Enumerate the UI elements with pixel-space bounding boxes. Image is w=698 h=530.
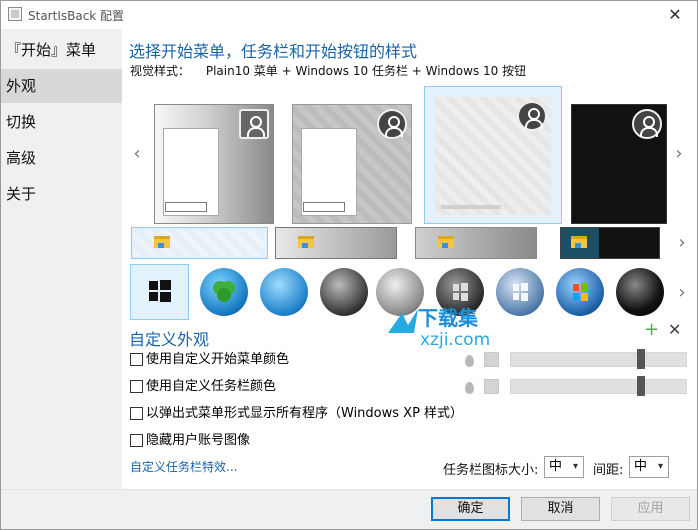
page-title: 选择开始菜单，任务栏和开始按钮的样式 — [129, 42, 418, 61]
bird-orb-icon[interactable] — [260, 268, 308, 316]
checkbox-xp-popup[interactable] — [130, 407, 143, 420]
config-window: StartIsBack 配置 ✕ 『开始』菜单 外观 切换 高级 关于 选择开始… — [0, 0, 698, 530]
windows-flat-icon[interactable] — [130, 264, 189, 320]
window-title: StartIsBack 配置 — [28, 9, 125, 23]
search-box — [303, 202, 345, 212]
app-icon — [8, 7, 22, 21]
folder-icon — [438, 236, 454, 248]
visual-style-label: 视觉样式： — [130, 64, 191, 78]
checkbox-hide-avatar[interactable] — [130, 434, 143, 447]
user-avatar-icon — [517, 101, 547, 131]
option-hide-avatar[interactable]: 隐藏用户账号图像 — [130, 431, 250, 451]
icon-size-value: 中 — [549, 459, 563, 474]
ok-button[interactable]: 确定 — [431, 497, 510, 521]
style-prev-arrow[interactable]: ‹ — [128, 142, 146, 166]
menu-style-preview-1[interactable] — [154, 104, 274, 224]
style-next-arrow[interactable]: › — [670, 142, 688, 166]
taskbar-effects-link[interactable]: 自定义任务栏特效... — [130, 458, 237, 475]
search-box — [165, 202, 207, 212]
remove-icon[interactable]: ✕ — [668, 320, 681, 339]
sidebar-item-about[interactable]: 关于 — [1, 177, 122, 211]
add-icon[interactable]: + — [644, 319, 659, 340]
sidebar-item-appearance[interactable]: 外观 — [1, 69, 122, 103]
folder-icon — [154, 236, 170, 248]
user-avatar-icon — [239, 109, 269, 139]
opacity-drop-icon — [465, 355, 474, 367]
option-taskbar-color[interactable]: 使用自定义任务栏颜色 — [130, 377, 276, 397]
taskbar-color-swatch[interactable] — [484, 379, 499, 394]
option-label: 使用自定义开始菜单颜色 — [146, 352, 290, 367]
checkbox-menu-color[interactable] — [130, 353, 143, 366]
menu-style-preview-4[interactable] — [571, 104, 667, 224]
menu-style-preview-3-selected[interactable] — [424, 86, 562, 224]
taskbar-style-preview-4[interactable] — [560, 227, 660, 259]
visual-style-line: 视觉样式： Plain10 菜单 + Windows 10 任务栏 + Wind… — [130, 62, 526, 79]
taskbar-style-preview-2[interactable] — [275, 227, 397, 259]
taskbar-opacity-thumb[interactable] — [636, 376, 645, 396]
taskbar-style-preview-3[interactable] — [415, 227, 537, 259]
folder-icon — [571, 236, 587, 248]
option-xp-popup[interactable]: 以弹出式菜单形式显示所有程序（Windows XP 样式） — [130, 404, 463, 424]
apply-button[interactable]: 应用 — [611, 497, 690, 521]
customize-heading: 自定义外观 — [129, 330, 210, 349]
option-label: 使用自定义任务栏颜色 — [146, 379, 277, 394]
appearance-panel: 选择开始菜单，任务栏和开始按钮的样式 视觉样式： Plain10 菜单 + Wi… — [122, 29, 697, 489]
visual-style-value: Plain10 菜单 + Windows 10 任务栏 + Windows 10… — [205, 64, 527, 78]
search-box — [441, 205, 501, 209]
black-ball-orb-icon[interactable] — [616, 268, 664, 316]
cancel-button[interactable]: 取消 — [521, 497, 600, 521]
windows-xp-orb-icon[interactable] — [556, 268, 604, 316]
icon-size-select[interactable]: 中 ▾ — [544, 456, 584, 478]
opacity-drop-icon — [465, 382, 474, 394]
sidebar-item-switching[interactable]: 切换 — [1, 105, 122, 139]
button-next-arrow[interactable]: › — [673, 281, 691, 305]
windows-black-orb-icon[interactable] — [320, 268, 368, 316]
sidebar-item-advanced[interactable]: 高级 — [1, 141, 122, 175]
taskbar-opacity-slider[interactable] — [510, 379, 687, 394]
watermark-domain: xzji.com — [420, 330, 490, 350]
folder-icon — [298, 236, 314, 248]
menu-style-preview-2[interactable] — [292, 104, 412, 224]
sidebar-item-start-menu[interactable]: 『开始』菜单 — [1, 33, 122, 67]
clover-orb-icon[interactable] — [200, 268, 248, 316]
chevron-down-icon: ▾ — [657, 461, 663, 472]
taskbar-style-preview-1[interactable] — [131, 227, 268, 259]
menu-color-swatch[interactable] — [484, 352, 499, 367]
option-label: 以弹出式菜单形式显示所有程序（Windows XP 样式） — [146, 406, 464, 421]
watermark-brand: 下载集 — [418, 306, 479, 330]
user-avatar-icon — [632, 109, 662, 139]
user-avatar-icon — [377, 109, 407, 139]
option-label: 隐藏用户账号图像 — [146, 433, 251, 448]
spacing-select[interactable]: 中 ▾ — [629, 456, 669, 478]
checkbox-taskbar-color[interactable] — [130, 380, 143, 393]
chevron-down-icon: ▾ — [572, 461, 578, 472]
option-menu-color[interactable]: 使用自定义开始菜单颜色 — [130, 350, 289, 370]
menu-opacity-thumb[interactable] — [636, 349, 645, 369]
spacing-value: 中 — [634, 459, 648, 474]
title-bar: StartIsBack 配置 ✕ — [1, 1, 697, 29]
watermark-logo: 下载集 xzji.com — [384, 303, 544, 353]
menu-opacity-slider[interactable] — [510, 352, 687, 367]
footer-bar: 确定 取消 应用 — [1, 489, 697, 529]
taskbar-next-arrow[interactable]: › — [673, 231, 691, 255]
spacing-label: 间距: — [593, 463, 624, 478]
icon-size-label: 任务栏图标大小: — [443, 463, 539, 478]
close-button[interactable]: ✕ — [653, 1, 697, 29]
sidebar: 『开始』菜单 外观 切换 高级 关于 — [1, 29, 122, 489]
